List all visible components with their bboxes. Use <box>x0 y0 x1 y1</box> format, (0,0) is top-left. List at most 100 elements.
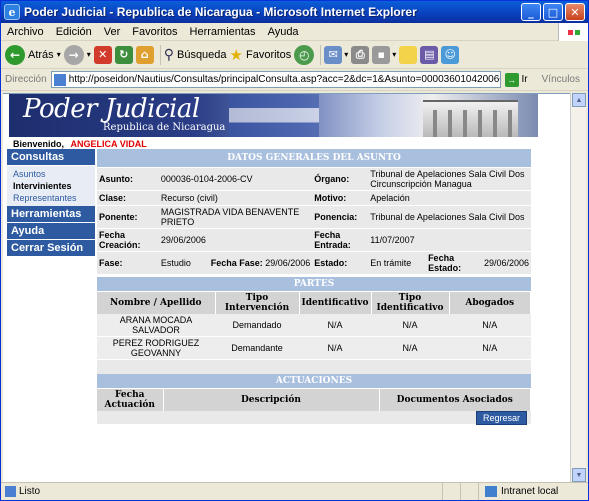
back-button[interactable]: ← Atrás ▾ <box>5 44 61 65</box>
address-label: Dirección <box>5 74 47 85</box>
status-divider <box>442 483 460 500</box>
address-url: http://poseidon/Nautius/Consultas/princi… <box>68 74 500 85</box>
column-header: Abogados <box>449 292 532 314</box>
print-button[interactable]: ⎙ <box>351 45 370 64</box>
menu-archivo[interactable]: Archivo <box>1 26 50 38</box>
fase-value: Estudio <box>160 258 191 268</box>
table-row: Fecha Creación: 29/06/2006 Fecha Entrada… <box>97 228 531 252</box>
column-header: Documentos Asociados <box>379 389 531 411</box>
close-button[interactable]: ✕ <box>565 3 585 21</box>
table-cell: N/A <box>299 336 372 360</box>
site-banner: Poder Judicial Republica de Nicaragua <box>9 94 538 137</box>
fase-cell: Estudio Fecha Fase: 29/06/2006 <box>158 251 313 275</box>
links-button[interactable]: Vínculos <box>542 74 580 85</box>
fecha-entrada-value: 11/07/2007 <box>368 228 531 252</box>
courthouse-image <box>423 100 518 137</box>
status-text: Listo <box>19 486 41 497</box>
go-button[interactable]: Ir <box>522 74 528 85</box>
column-header: Descripción <box>163 389 380 411</box>
menu-edicion[interactable]: Edición <box>50 26 98 38</box>
security-zone: Intranet local <box>478 483 588 500</box>
spacer-row <box>97 360 531 374</box>
favorites-label: Favoritos <box>245 48 292 61</box>
refresh-button[interactable]: ↻ <box>114 45 133 64</box>
table-row: Asunto: 000036-0104-2006-CV Órgano: Trib… <box>97 168 531 191</box>
scroll-down-icon[interactable]: ▼ <box>572 468 586 482</box>
general-header: DATOS GENERALES DEL ASUNTO <box>97 149 531 167</box>
nav-cerrar-sesion[interactable]: Cerrar Sesión <box>7 240 95 256</box>
regresar-button[interactable]: Regresar <box>475 411 527 425</box>
nav-ayuda[interactable]: Ayuda <box>7 223 95 239</box>
fecha-creacion-label: Fecha Creación: <box>97 228 159 252</box>
fase-label: Fase: <box>97 251 159 275</box>
back-arrow-icon: ← <box>5 44 25 65</box>
welcome-label: Bienvenido, <box>13 139 65 149</box>
chevron-down-icon: ▾ <box>56 50 61 59</box>
organo-label: Órgano: <box>312 168 369 191</box>
partes-header: PARTES <box>97 277 531 291</box>
minimize-button[interactable]: _ <box>521 3 541 21</box>
go-arrow-icon[interactable]: → <box>504 72 519 87</box>
page-icon <box>53 73 66 86</box>
favorites-button[interactable]: ★ Favoritos <box>230 46 292 64</box>
nav-item-representantes[interactable]: Representantes <box>13 192 95 204</box>
discuss-button[interactable] <box>399 45 418 64</box>
chevron-down-icon: ▾ <box>392 50 397 59</box>
chevron-down-icon: ▾ <box>344 50 349 59</box>
address-bar: Dirección http://poseidon/Nautius/Consul… <box>1 69 588 91</box>
search-button[interactable]: ⚲ Búsqueda <box>164 46 227 63</box>
actuaciones-header: ACTUACIONES <box>97 374 531 388</box>
general-table: Asunto: 000036-0104-2006-CV Órgano: Trib… <box>97 168 531 275</box>
ponente-label: Ponente: <box>97 205 159 229</box>
fecha-estado-value: 29/06/2006 <box>481 251 531 275</box>
back-label: Atrás <box>28 48 54 61</box>
page-viewport: Poder Judicial Republica de Nicaragua Bi… <box>3 93 572 482</box>
column-header: Fecha Actuación <box>97 389 164 411</box>
page-status-icon <box>5 486 16 497</box>
home-button[interactable]: ⌂ <box>135 45 154 64</box>
toolbar-divider <box>320 44 322 65</box>
nav-herramientas[interactable]: Herramientas <box>7 206 95 222</box>
research-button[interactable]: ▤ <box>420 45 439 64</box>
nav-item-intervinientes[interactable]: Intervinientes <box>13 180 95 192</box>
banner-subtitle: Republica de Nicaragua <box>103 122 226 133</box>
table-cell: N/A <box>371 314 450 337</box>
menu-herramientas[interactable]: Herramientas <box>184 26 262 38</box>
scroll-up-icon[interactable]: ▲ <box>572 93 586 107</box>
table-cell: Demandante <box>215 336 299 360</box>
estado-value: En trámite <box>368 251 427 275</box>
discuss-icon <box>399 45 418 64</box>
column-header: Tipo Identificativo <box>371 292 450 314</box>
refresh-icon: ↻ <box>114 45 133 64</box>
star-icon: ★ <box>229 46 243 64</box>
research-icon: ▤ <box>420 45 439 64</box>
history-icon: ◴ <box>294 44 315 65</box>
nav-item-asuntos[interactable]: Asuntos <box>13 168 95 180</box>
fecha-estado-label: Fecha Estado: <box>426 251 482 275</box>
table-cell: N/A <box>449 314 531 337</box>
column-header: Tipo Intervención <box>215 292 300 314</box>
menu-ayuda[interactable]: Ayuda <box>262 26 305 38</box>
ponencia-label: Ponencia: <box>312 205 369 229</box>
menu-ver[interactable]: Ver <box>98 26 127 38</box>
history-button[interactable]: ◴ <box>294 44 315 65</box>
actuaciones-column-headers: Fecha Actuación Descripción Documentos A… <box>97 389 531 411</box>
address-input[interactable]: http://poseidon/Nautius/Consultas/princi… <box>50 71 501 88</box>
vertical-scrollbar[interactable]: ▲ ▼ <box>570 93 586 482</box>
table-cell: N/A <box>299 314 372 337</box>
forward-button[interactable]: → ▾ <box>63 44 91 65</box>
maximize-button[interactable]: □ <box>543 3 563 21</box>
left-nav: Consultas Asuntos Intervinientes Represe… <box>7 149 95 257</box>
table-row: ARANA MOCADA SALVADOR Demandado N/A N/A … <box>97 314 531 337</box>
edit-button[interactable]: ▪ ▾ <box>372 45 397 64</box>
flag-stripe <box>229 94 319 137</box>
mail-button[interactable]: ✉ ▾ <box>324 45 349 64</box>
clase-label: Clase: <box>97 190 159 206</box>
nav-consultas[interactable]: Consultas <box>7 149 95 165</box>
clase-value: Recurso (civil) <box>158 190 313 206</box>
main-content: DATOS GENERALES DEL ASUNTO Asunto: 00003… <box>97 149 532 425</box>
table-cell: PEREZ RODRIGUEZ GEOVANNY <box>97 336 215 360</box>
menu-favoritos[interactable]: Favoritos <box>126 26 183 38</box>
messenger-button[interactable]: ☺ <box>441 45 460 64</box>
stop-button[interactable]: ✕ <box>93 45 112 64</box>
